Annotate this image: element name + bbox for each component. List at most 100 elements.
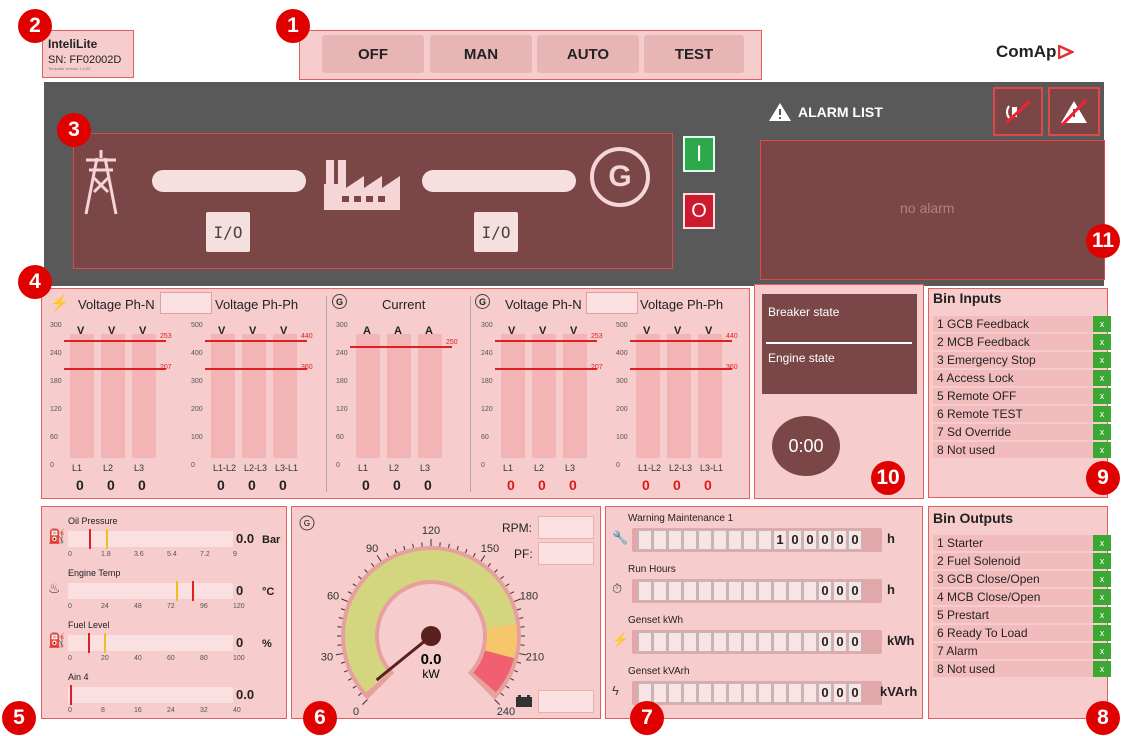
gauge-tick-mark: [516, 608, 522, 611]
analog-tick: 0: [68, 707, 72, 714]
unit-label: A: [363, 325, 371, 337]
bin-state-indicator: x: [1093, 424, 1111, 440]
phase-label: L1: [503, 463, 514, 473]
bin-row: 8 Not used x: [933, 661, 1111, 677]
limit-low-label: 360: [726, 364, 738, 371]
marker-9: 9: [1086, 461, 1120, 495]
axis-tick: 60: [336, 434, 344, 441]
gauge-tick-mark: [358, 692, 362, 697]
counter-unit: kWh: [887, 633, 915, 648]
breaker-state-label: Breaker state: [768, 305, 840, 319]
axis-tick: 300: [191, 378, 203, 385]
gauge-value: 0.0: [421, 651, 442, 668]
gauge-tick-mark: [376, 555, 382, 562]
gauge-tick-mark: [494, 569, 498, 573]
battery-icon: [516, 695, 532, 707]
phase-label: L1-L2: [638, 463, 662, 473]
unit-label: V: [539, 325, 547, 337]
axis-tick: 200: [191, 406, 203, 413]
analog-tick: 32: [200, 707, 208, 714]
analog-limit-mark: [88, 633, 90, 653]
bin-row: 5 Prestart x: [933, 607, 1111, 623]
analog-unit: %: [262, 638, 272, 650]
bin-row: 6 Ready To Load x: [933, 625, 1111, 641]
axis-tick: 120: [50, 406, 62, 413]
generator-small-icon: G: [475, 294, 490, 309]
counter-name: Genset kVArh: [628, 666, 690, 677]
counter-digit: 0: [848, 683, 862, 703]
gauge-tick-mark: [412, 543, 414, 548]
counter-digit: [743, 581, 757, 601]
bin-state-indicator: x: [1093, 406, 1111, 422]
phase-value: 0: [362, 477, 370, 493]
phase-value: 0: [424, 477, 432, 493]
start-button[interactable]: I: [683, 136, 715, 172]
unit-label: V: [77, 325, 85, 337]
mode-off-button[interactable]: OFF: [322, 35, 424, 73]
bin-state-indicator: x: [1093, 370, 1111, 386]
unit-label: A: [394, 325, 402, 337]
generator-small-icon: G: [332, 294, 347, 309]
horn-reset-button[interactable]: [993, 87, 1043, 136]
analog-unit: Bar: [262, 534, 281, 546]
phase-column: [211, 334, 235, 458]
axis-tick: 180: [336, 378, 348, 385]
axis-tick: 300: [50, 322, 62, 329]
phase-label: L3: [420, 463, 431, 473]
phase-label: L3-L1: [275, 463, 299, 473]
gauge-tick-mark: [340, 608, 346, 611]
bin-state-indicator: x: [1093, 661, 1111, 677]
counter-digit: 0: [818, 581, 832, 601]
phase-value: 0: [107, 477, 115, 493]
bin-label: 7 Alarm: [937, 644, 978, 658]
gauge-tick-mark: [448, 543, 450, 548]
axis-tick: 500: [616, 322, 628, 329]
limit-high-label: 253: [160, 333, 172, 340]
marker-11: 11: [1086, 224, 1120, 258]
bin-state-indicator: x: [1093, 571, 1111, 587]
kwh-icon: ⚡: [612, 632, 629, 647]
mode-auto-button[interactable]: AUTO: [537, 35, 639, 73]
analog-tick: 48: [134, 603, 142, 610]
gauge-tick-mark: [362, 699, 368, 705]
unit-label: V: [108, 325, 116, 337]
limit-low-line: [495, 368, 597, 370]
marker-8: 8: [1086, 701, 1120, 735]
axis-tick: 200: [616, 406, 628, 413]
limit-high-label: 253: [591, 333, 603, 340]
gauge-tick-mark: [358, 575, 362, 580]
counter-digit: [728, 683, 742, 703]
counter-digit: [638, 581, 652, 601]
bin-row: 1 Starter x: [933, 535, 1111, 551]
counter-digit: [683, 581, 697, 601]
horn-mute-icon: [1004, 99, 1032, 124]
mode-test-button[interactable]: TEST: [644, 35, 744, 73]
stop-button[interactable]: O: [683, 193, 715, 229]
gcb-io-button[interactable]: I/O: [474, 212, 518, 252]
counter-digit: [653, 683, 667, 703]
axis-tick: 180: [481, 378, 493, 385]
bin-label: 1 GCB Feedback: [937, 317, 1030, 331]
unit-label: V: [508, 325, 516, 337]
counter-digit: [773, 683, 787, 703]
mode-man-button[interactable]: MAN: [430, 35, 532, 73]
counter-digit: 0: [833, 632, 847, 652]
counter-digit: [758, 683, 772, 703]
gauge-tick-mark: [347, 677, 352, 681]
gauge-tick-mark: [500, 692, 504, 697]
marker-7: 7: [630, 701, 664, 735]
analog-tick: 40: [233, 707, 241, 714]
axis-tick: 240: [50, 350, 62, 357]
mcb-io-button[interactable]: I/O: [206, 212, 250, 252]
bin-label: 2 MCB Feedback: [937, 335, 1030, 349]
analog-tick: 60: [167, 655, 175, 662]
phase-label: L3: [565, 463, 576, 473]
counter-digits: 000: [638, 683, 863, 703]
fault-reset-button[interactable]: [1048, 87, 1100, 136]
gauge-tick-mark: [370, 563, 375, 567]
analog-name: Fuel Level: [68, 620, 110, 630]
counter-digit: [713, 530, 727, 550]
counter-digit: 0: [788, 530, 802, 550]
axis-tick: 60: [50, 434, 58, 441]
bin-row: 5 Remote OFF x: [933, 388, 1111, 404]
